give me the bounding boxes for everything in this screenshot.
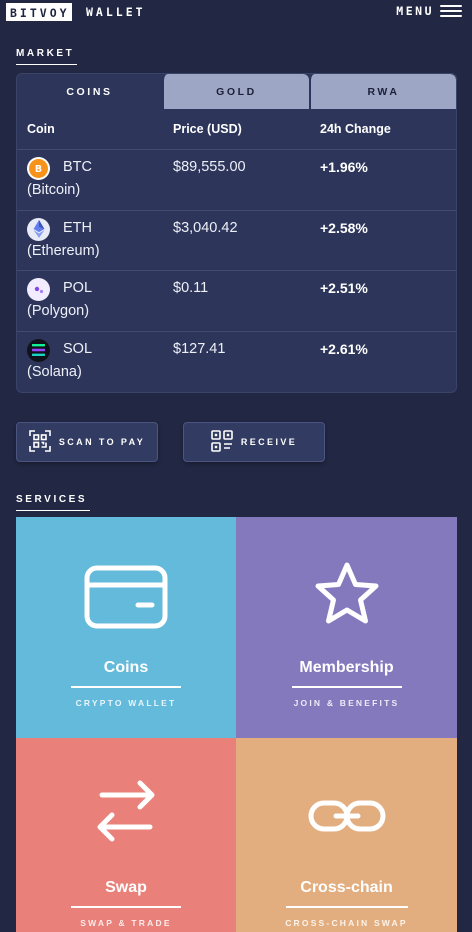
service-divider (285, 906, 408, 908)
coin-symbol: ETH (63, 219, 92, 236)
scan-to-pay-label: SCAN TO PAY (58, 437, 146, 447)
coin-price: $0.11 (173, 280, 209, 296)
service-subtitle: SWAP & TRADE (80, 918, 172, 928)
market-tabs: COINS GOLD RWA (17, 74, 456, 109)
svg-text:B: B (35, 164, 42, 175)
service-subtitle: CRYPTO WALLET (75, 698, 177, 708)
service-title: Membership (299, 659, 394, 676)
column-header-change: 24h Change (320, 122, 391, 136)
bitcoin-icon: B (27, 157, 50, 180)
brand-logo[interactable]: BITVOY (6, 3, 72, 21)
coin-change: +2.51% (320, 280, 368, 296)
coin-change: +2.58% (320, 219, 368, 236)
table-row[interactable]: ETH (Ethereum) $3,040.42 +2.58% (17, 211, 456, 271)
coin-name: (Solana) (27, 363, 82, 380)
service-tile-cross-chain[interactable]: Cross-chain CROSS-CHAIN SWAP (236, 738, 457, 932)
tab-coins[interactable]: COINS (17, 74, 162, 109)
service-tile-coins[interactable]: Coins CRYPTO WALLET (16, 517, 236, 738)
service-subtitle: CROSS-CHAIN SWAP (285, 918, 408, 928)
market-card: COINS GOLD RWA Coin Price (USD) 24h Chan… (16, 73, 457, 393)
coin-name: (Bitcoin) (27, 182, 81, 198)
receive-label: RECEIVE (240, 437, 298, 447)
app-header: BITVOY WALLET MENU (0, 0, 472, 26)
coin-symbol: BTC (63, 159, 92, 175)
column-header-coin: Coin (27, 122, 55, 136)
hamburger-icon (440, 5, 462, 17)
coin-symbol: SOL (63, 340, 93, 357)
service-tile-membership[interactable]: Membership JOIN & BENEFITS (236, 517, 457, 738)
service-divider (71, 686, 181, 688)
coin-price: $89,555.00 (173, 159, 246, 175)
coin-change: +2.61% (320, 340, 368, 357)
coin-price: $127.41 (173, 340, 226, 357)
ethereum-icon (27, 217, 50, 241)
market-table-header: Coin Price (USD) 24h Change (17, 109, 456, 150)
coin-change: +1.96% (320, 159, 368, 175)
card-icon (84, 565, 168, 634)
service-title: Swap (105, 879, 147, 896)
coin-name: (Ethereum) (27, 242, 100, 259)
coin-price: $3,040.42 (173, 219, 238, 236)
tab-rwa[interactable]: RWA (309, 74, 456, 109)
service-title: Cross-chain (300, 879, 393, 896)
service-title: Coins (103, 659, 149, 676)
service-subtitle: JOIN & BENEFITS (293, 698, 400, 708)
receive-button[interactable]: RECEIVE (183, 422, 325, 462)
polygon-icon (27, 278, 50, 301)
star-icon (313, 561, 381, 632)
services-section-label: SERVICES (16, 494, 91, 511)
swap-arrows-icon (92, 778, 160, 849)
table-row[interactable]: B BTC (Bitcoin) $89,555.00 +1.96% (17, 150, 456, 211)
solana-icon (27, 338, 50, 362)
coin-symbol: POL (63, 280, 93, 296)
brand-suffix: WALLET (86, 5, 146, 19)
qr-code-icon (211, 430, 233, 454)
tab-gold[interactable]: GOLD (162, 74, 309, 109)
service-tile-swap[interactable]: Swap SWAP & TRADE (16, 738, 236, 932)
table-row[interactable]: POL (Polygon) $0.11 +2.51% (17, 271, 456, 332)
column-header-price: Price (USD) (173, 122, 242, 136)
table-row[interactable]: SOL (Solana) $127.41 +2.61% (17, 332, 456, 393)
service-divider (291, 686, 402, 688)
menu-label: MENU (396, 4, 434, 18)
qr-scan-icon (29, 430, 51, 454)
chain-link-icon (308, 800, 386, 837)
menu-button[interactable]: MENU (396, 4, 462, 18)
service-divider (71, 906, 181, 908)
scan-to-pay-button[interactable]: SCAN TO PAY (16, 422, 158, 462)
coin-name: (Polygon) (27, 303, 90, 319)
market-section-label: MARKET (16, 48, 78, 65)
services-grid: Coins CRYPTO WALLET Membership JOIN & BE… (16, 517, 457, 932)
